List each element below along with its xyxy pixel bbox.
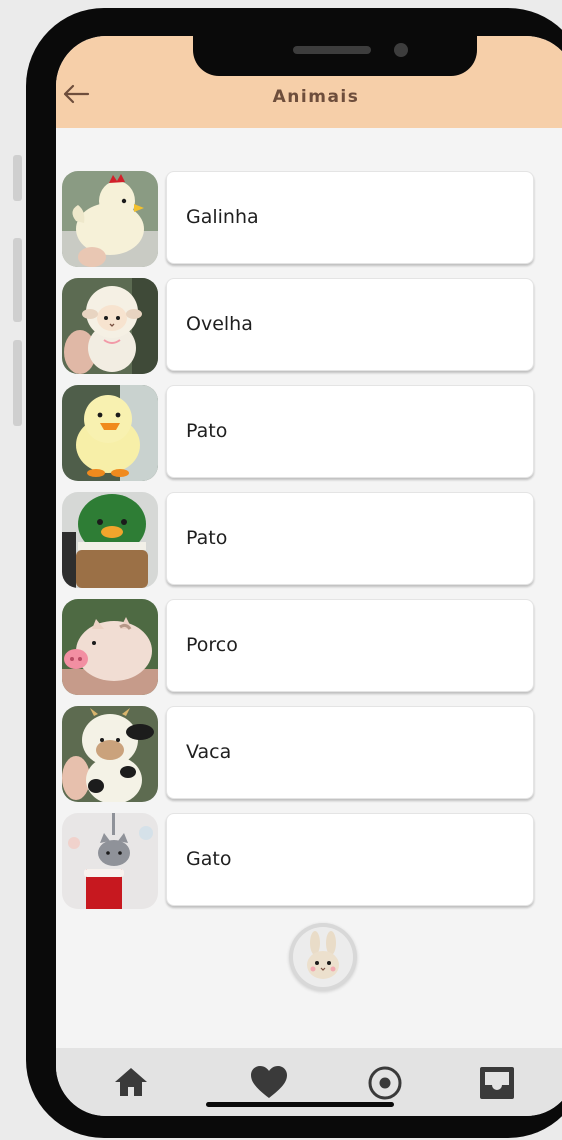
bunny-avatar-button[interactable] xyxy=(289,923,357,991)
list-item[interactable]: Pato xyxy=(62,492,536,588)
list-item[interactable]: Pato xyxy=(62,385,536,481)
animal-card[interactable]: Pato xyxy=(166,385,534,478)
inbox-icon[interactable] xyxy=(476,1062,518,1104)
list-item[interactable]: Galinha xyxy=(62,171,536,267)
speaker xyxy=(293,46,371,54)
list-item[interactable]: Porco xyxy=(62,599,536,695)
front-camera xyxy=(394,43,408,57)
animal-name: Galinha xyxy=(186,206,259,228)
cow-photo xyxy=(62,706,158,802)
phone-side-button-3 xyxy=(13,340,22,426)
yellow-duck-photo xyxy=(62,385,158,481)
animal-card[interactable]: Vaca xyxy=(166,706,534,799)
animal-name: Pato xyxy=(186,527,228,549)
record-icon[interactable] xyxy=(364,1062,406,1104)
animal-name: Pato xyxy=(186,420,228,442)
animal-name: Ovelha xyxy=(186,313,253,335)
phone-side-button-2 xyxy=(13,238,22,322)
list-item[interactable]: Ovelha xyxy=(62,278,536,374)
phone-frame: Animais Galinha Ovelha Pato Pato Porco V… xyxy=(26,8,562,1138)
heart-icon[interactable] xyxy=(248,1062,290,1104)
cat-photo xyxy=(62,813,158,909)
animal-name: Gato xyxy=(186,848,232,870)
phone-side-button-1 xyxy=(13,155,22,201)
animal-name: Vaca xyxy=(186,741,232,763)
pig-photo xyxy=(62,599,158,695)
page-title: Animais xyxy=(272,87,360,107)
animal-card[interactable]: Gato xyxy=(166,813,534,906)
animal-card[interactable]: Galinha xyxy=(166,171,534,264)
green-duck-photo xyxy=(62,492,158,588)
list-item[interactable]: Gato xyxy=(62,813,536,909)
animal-card[interactable]: Pato xyxy=(166,492,534,585)
phone-notch xyxy=(193,36,477,76)
chicken-photo xyxy=(62,171,158,267)
home-icon[interactable] xyxy=(110,1062,152,1104)
animal-card[interactable]: Ovelha xyxy=(166,278,534,371)
animal-card[interactable]: Porco xyxy=(166,599,534,692)
animal-name: Porco xyxy=(186,634,238,656)
list-item[interactable]: Vaca xyxy=(62,706,536,802)
phone-screen: Animais Galinha Ovelha Pato Pato Porco V… xyxy=(56,36,562,1116)
home-indicator[interactable] xyxy=(206,1102,394,1107)
sheep-photo xyxy=(62,278,158,374)
